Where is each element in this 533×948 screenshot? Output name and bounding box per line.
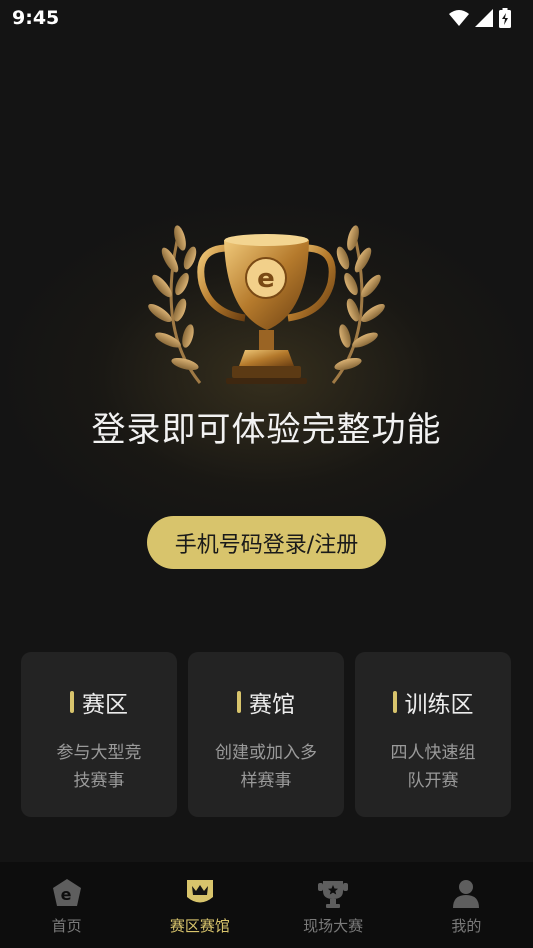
card-desc-line: 参与大型竞 [56,743,142,763]
status-icons [449,8,511,28]
tab-home[interactable]: e 首页 [0,862,133,948]
card-desc-line: 创建或加入多 [215,743,317,763]
card-description: 四人快速组 队开赛 [378,739,488,795]
card-title: 赛区 [21,685,177,719]
card-desc-line: 技赛事 [73,771,125,791]
card-desc-line: 样赛事 [240,771,292,791]
card-description: 创建或加入多 样赛事 [211,739,321,795]
card-title: 赛馆 [188,685,344,719]
tab-label: 现场大赛 [303,917,364,935]
trophy-icon: e [148,225,385,384]
phone-login-button[interactable]: 手机号码登录/注册 [147,516,386,569]
card-training[interactable]: 训练区 四人快速组 队开赛 [355,652,511,817]
svg-text:e: e [60,885,71,904]
home-icon: e [52,879,81,906]
trophy-stage-icon [318,881,349,908]
card-title-label: 赛馆 [249,692,295,718]
wifi-icon [449,10,469,26]
card-title: 训练区 [355,685,511,719]
status-time: 9:45 [12,7,60,29]
card-title-label: 赛区 [82,692,128,718]
tab-label: 首页 [51,917,82,935]
page-headline: 登录即可体验完整功能 [91,410,442,450]
accent-bar [70,691,74,713]
card-division[interactable]: 赛区 参与大型竞 技赛事 [21,652,177,817]
tab-division-venue[interactable]: 赛区赛馆 [133,862,266,948]
card-title-label: 训练区 [404,692,474,718]
bottom-tab-bar: e 首页 赛区赛馆 现场大赛 我的 [0,862,533,948]
card-description: 参与大型竞 技赛事 [44,739,154,795]
battery-charging-icon [499,8,511,28]
tab-label: 我的 [451,917,482,935]
card-venue[interactable]: 赛馆 创建或加入多 样赛事 [188,652,344,817]
crown-shield-icon [186,880,213,903]
user-icon [453,880,480,908]
tab-label: 赛区赛馆 [169,917,230,935]
tab-live-contest[interactable]: 现场大赛 [267,862,400,948]
card-desc-line: 队开赛 [407,771,459,791]
signal-icon [475,9,493,27]
tab-profile[interactable]: 我的 [400,862,533,948]
svg-text:e: e [257,264,275,294]
card-desc-line: 四人快速组 [390,743,476,763]
status-bar: 9:45 [0,0,533,36]
accent-bar [237,691,241,713]
accent-bar [392,691,397,713]
